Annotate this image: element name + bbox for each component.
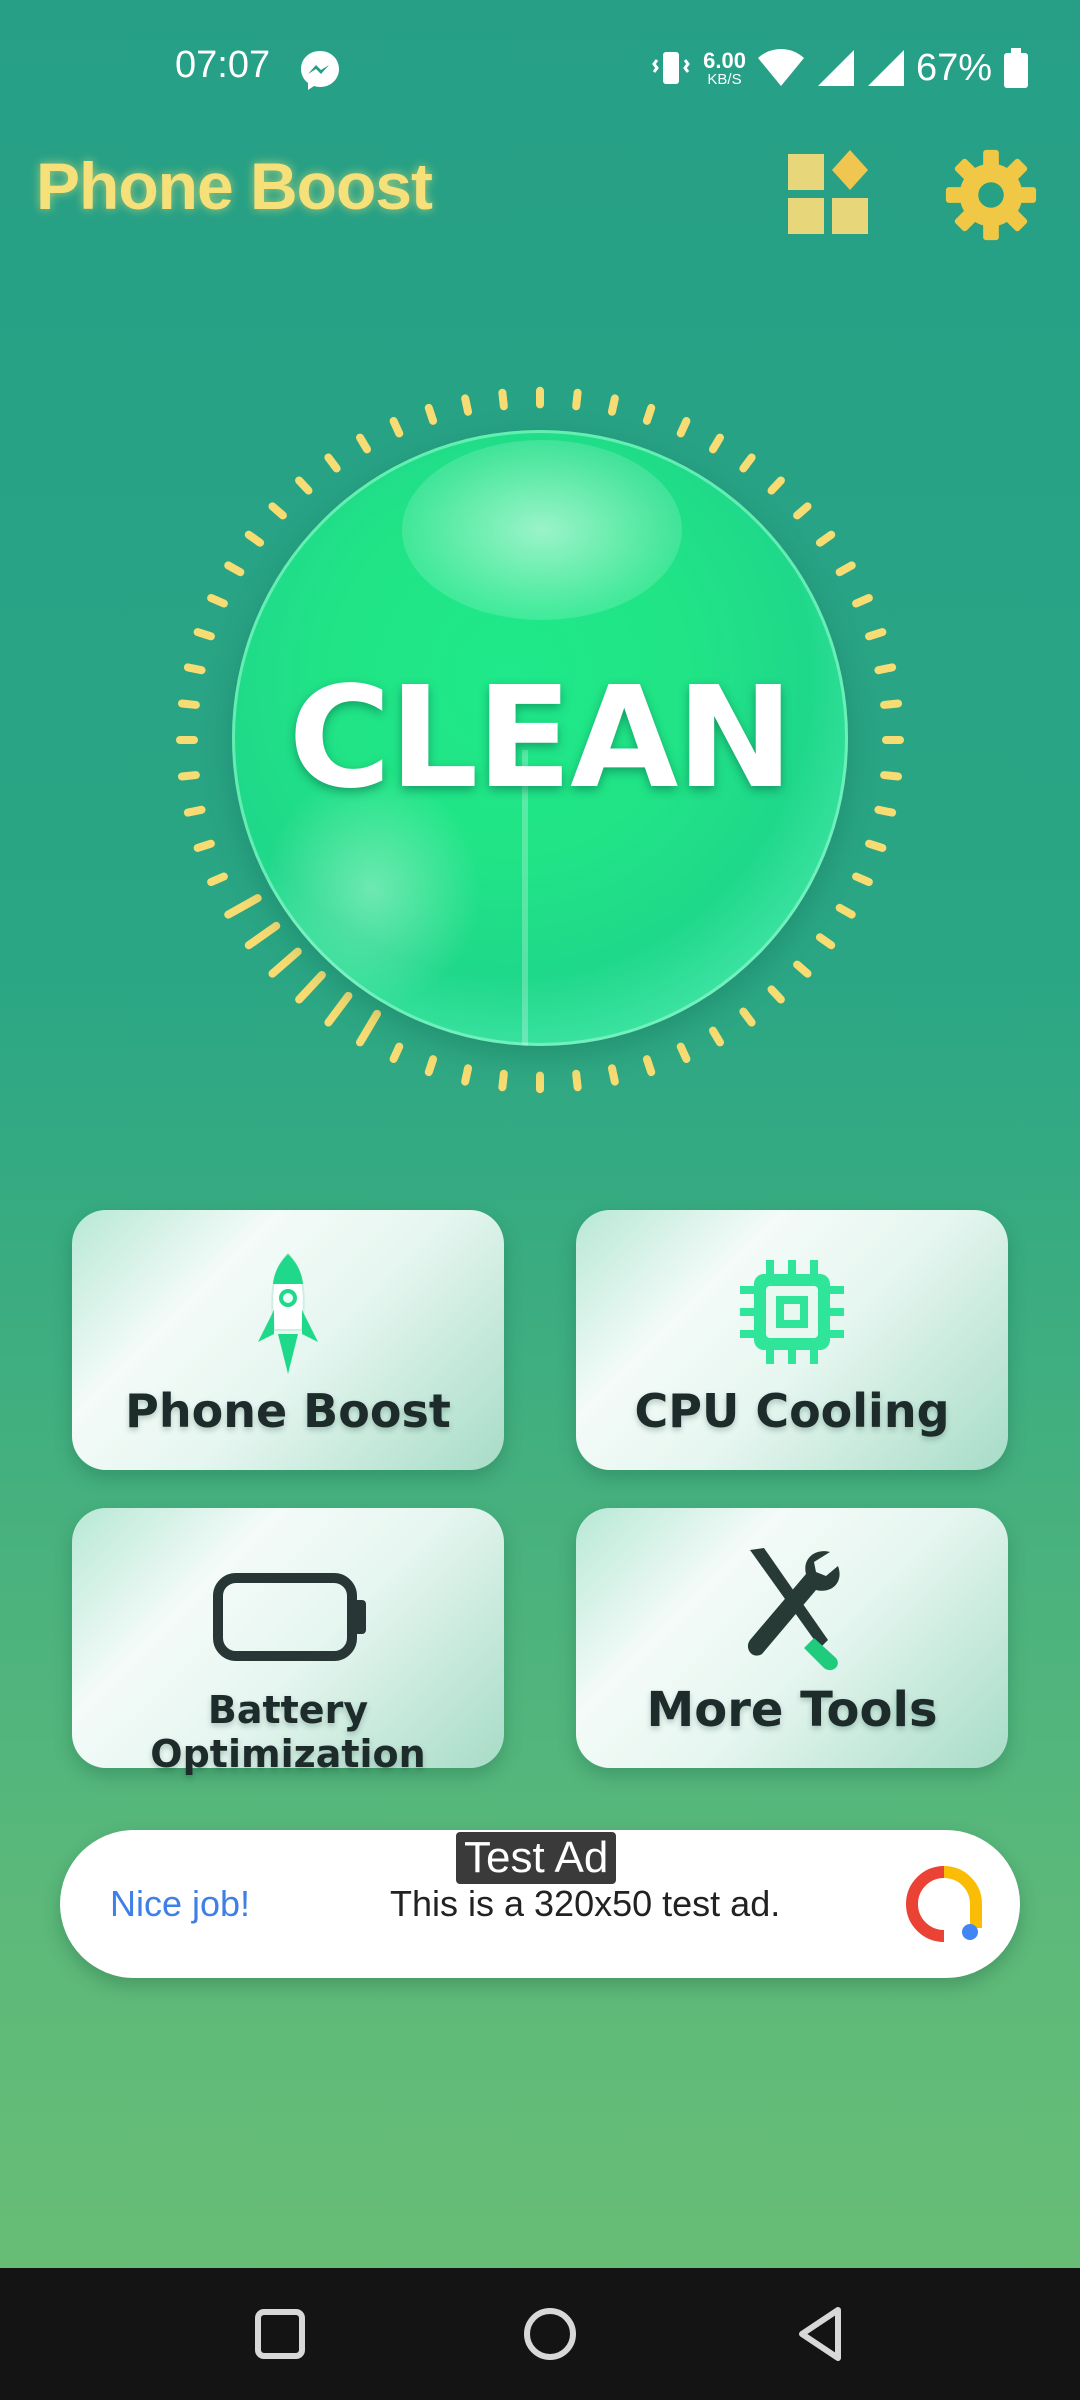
dial-tick [424, 403, 438, 425]
dial-tick [207, 872, 228, 887]
dial-tick [498, 388, 508, 411]
dial-tick [880, 771, 903, 781]
cpu-cooling-label: CPU Cooling [634, 1384, 950, 1438]
dial-tick [193, 839, 215, 852]
network-speed: 6.00 KB/S [703, 47, 746, 88]
more-tools-label: More Tools [646, 1682, 938, 1738]
messenger-icon [301, 51, 339, 90]
dial-tick [572, 1069, 582, 1092]
dial-tick [389, 1042, 404, 1064]
dial-tick [607, 1064, 619, 1086]
dial-tick [607, 394, 619, 416]
rocket-icon [258, 1252, 318, 1374]
dial-tick [874, 805, 897, 817]
dial-tick [642, 1055, 656, 1077]
dial-tick [498, 1069, 508, 1092]
signal-icon [867, 50, 904, 86]
speed-unit: KB/S [707, 70, 742, 88]
battery-icon [1004, 48, 1028, 88]
dial-tick [676, 1042, 691, 1064]
dial-tick [461, 1064, 473, 1086]
dial-tick [852, 872, 873, 887]
clean-button[interactable]: CLEAN [232, 430, 848, 1046]
phone-boost-label: Phone Boost [125, 1384, 451, 1438]
ad-headline[interactable]: Nice job! [110, 1883, 250, 1925]
dial-tick [642, 403, 656, 425]
status-bar: 07:07 6.00 KB/S 67% [0, 0, 1080, 140]
home-circle-icon[interactable] [518, 2302, 582, 2366]
dial-tick [193, 628, 215, 641]
ad-body[interactable]: This is a 320x50 test ad. [390, 1883, 780, 1925]
dial-tick [874, 663, 897, 675]
adchoices-logo-icon[interactable] [906, 1866, 982, 1942]
dial-tick [572, 388, 582, 411]
clean-label: CLEAN [288, 656, 793, 820]
dial-tick [177, 699, 200, 709]
vibrate-icon [652, 52, 690, 84]
gear-icon[interactable] [942, 146, 1040, 244]
battery-optimization-label: Battery Optimization [150, 1688, 426, 1776]
widgets-icon[interactable] [782, 148, 876, 242]
tools-icon [747, 1548, 840, 1671]
cpu-icon [740, 1260, 844, 1364]
phone-boost-card[interactable]: Phone Boost [72, 1210, 504, 1470]
dial-tick [177, 771, 200, 781]
battery-icon [213, 1573, 366, 1661]
ad-tag: Test Ad [456, 1832, 617, 1884]
cpu-cooling-card[interactable]: CPU Cooling [576, 1210, 1008, 1470]
dial-tick [183, 805, 206, 817]
dial-tick [461, 394, 473, 416]
status-time: 07:07 [175, 44, 271, 86]
recents-square-icon[interactable] [248, 2302, 312, 2366]
wifi-icon [757, 49, 804, 86]
signal-icon [817, 50, 854, 86]
battery-percent: 67% [915, 46, 992, 89]
dial-tick [183, 663, 206, 675]
navigation-bar [0, 2268, 1080, 2400]
dial-tick [865, 839, 887, 852]
app-title: Phone Boost [36, 149, 433, 223]
dial-tick [880, 699, 903, 709]
status-icons: 6.00 KB/S 67% [649, 40, 1030, 96]
dial-tick [852, 593, 873, 608]
speed-value: 6.00 [703, 47, 746, 73]
battery-optimization-card[interactable]: Battery Optimization [72, 1508, 504, 1776]
dial-tick [207, 593, 228, 608]
dial-tick [424, 1055, 438, 1077]
more-tools-card[interactable]: More Tools [576, 1508, 1008, 1768]
dial-tick [865, 628, 887, 641]
back-triangle-icon[interactable] [790, 2302, 854, 2366]
